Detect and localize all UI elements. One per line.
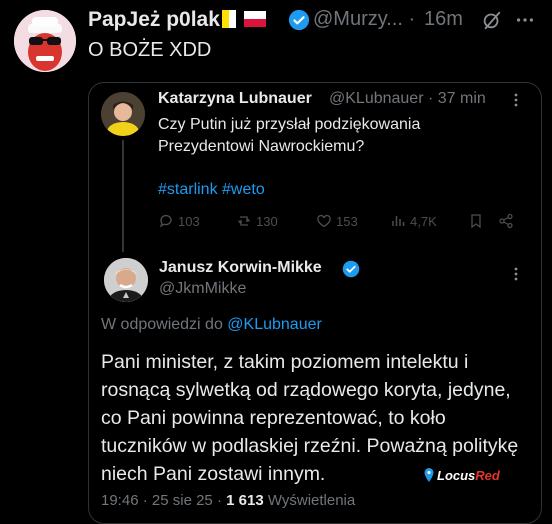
thread-connector-line [122, 140, 124, 252]
post-date[interactable]: 25 sie 25 [152, 492, 213, 509]
outer-handle[interactable]: @Murzy... · [313, 8, 415, 31]
lubnauer-post-text: Czy Putin już przysłał podziękowania Pre… [158, 116, 421, 155]
outer-tweet-text: O BOŻE XDD [88, 39, 212, 61]
outer-timestamp[interactable]: 16m [424, 8, 463, 31]
bookmark-icon [471, 214, 481, 229]
share-icon [499, 213, 513, 229]
views-count: 4,7K [410, 213, 437, 229]
bookmark-action[interactable] [468, 213, 484, 229]
views-icon [392, 216, 405, 226]
reply-context-mention[interactable]: @KLubnauer [227, 316, 322, 333]
repost-icon [237, 216, 251, 226]
vatican-flag-icon [222, 10, 236, 28]
lubnauer-handle[interactable]: @KLubnauer · 37 min [329, 90, 486, 108]
verified-badge-icon [288, 9, 310, 31]
verified-badge-icon [342, 260, 360, 278]
location-pin-icon [424, 468, 434, 482]
repost-count: 130 [256, 213, 278, 229]
lubnauer-more-icon[interactable] [508, 92, 524, 108]
reply-context-label: W odpowiedzi do [101, 316, 223, 333]
post-time[interactable]: 19:46 [101, 492, 139, 509]
views-action[interactable]: 4,7K [390, 213, 437, 229]
korwin-mikke-more-icon[interactable] [508, 266, 524, 282]
more-options-icon[interactable] [514, 9, 536, 31]
outer-author-name[interactable]: PapJeż p0lak [88, 8, 220, 32]
reply-action[interactable]: 103 [158, 213, 200, 229]
lubnauer-hashtags[interactable]: #starlink #weto [158, 181, 265, 199]
korwin-mikke-handle[interactable]: @JkmMikke [159, 280, 246, 298]
lubnauer-name[interactable]: Katarzyna Lubnauer [158, 90, 312, 108]
post-views-label: Wyświetlenia [267, 492, 356, 509]
watermark-text: LocusRed [437, 467, 500, 483]
share-action[interactable] [498, 213, 514, 229]
lubnauer-action-bar: 103 130 153 4,7K [158, 213, 518, 231]
like-count: 153 [336, 213, 358, 229]
korwin-mikke-avatar[interactable] [104, 258, 148, 302]
reply-count: 103 [178, 213, 200, 229]
outer-flags [222, 10, 266, 28]
like-action[interactable]: 153 [316, 213, 358, 229]
heart-icon [317, 214, 331, 228]
post-views-count: 1 613 [226, 492, 264, 509]
lubnauer-avatar[interactable] [101, 92, 145, 136]
watermark: LocusRed [423, 467, 500, 483]
post-metadata: 19:46 · 25 sie 25 · 1 613 Wyświetlenia [101, 492, 356, 509]
repost-action[interactable]: 130 [236, 213, 278, 229]
korwin-mikke-name[interactable]: Janusz Korwin-Mikke [159, 259, 322, 277]
reply-context: W odpowiedzi do @KLubnauer [101, 316, 322, 334]
grok-icon[interactable] [481, 9, 503, 31]
poland-flag-icon [244, 11, 266, 27]
reply-icon [159, 214, 172, 228]
outer-avatar[interactable] [14, 10, 76, 72]
